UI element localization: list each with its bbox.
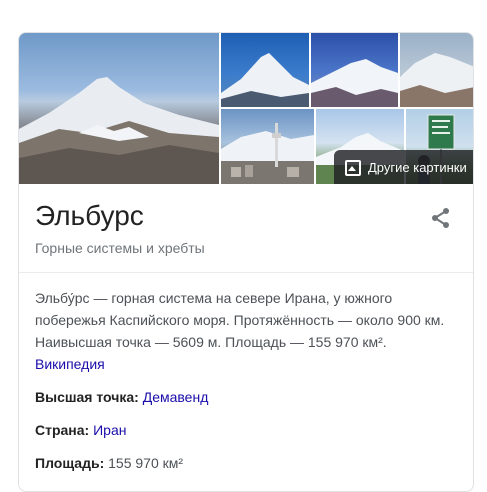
- fact-country: Страна: Иран: [35, 419, 457, 441]
- fact-label: Высшая точка:: [35, 389, 143, 405]
- gallery-image-3[interactable]: [311, 33, 398, 107]
- gallery-image-2[interactable]: [221, 33, 309, 107]
- panel-body: Эльбу́рс — горная система на севере Иран…: [19, 273, 473, 488]
- image-gallery: Другие картинки: [19, 33, 473, 184]
- fact-value-link[interactable]: Демавенд: [143, 389, 209, 405]
- entity-title: Эльбурс: [35, 200, 144, 231]
- description-text: Эльбу́рс — горная система на севере Иран…: [35, 290, 445, 350]
- fact-highest-point: Высшая точка: Демавенд: [35, 386, 457, 408]
- share-icon[interactable]: [429, 206, 453, 230]
- image-icon: [344, 159, 361, 176]
- entity-subtitle: Горные системы и хребты: [35, 240, 205, 256]
- fact-area: Площадь: 155 970 км²: [35, 452, 457, 474]
- entity-description: Эльбу́рс — горная система на севере Иран…: [35, 287, 457, 375]
- gallery-image-4[interactable]: [400, 33, 473, 107]
- gallery-image-5[interactable]: [221, 109, 314, 184]
- gallery-image-main[interactable]: [19, 33, 219, 184]
- more-images-button[interactable]: Другие картинки: [334, 150, 473, 184]
- fact-label: Площадь:: [35, 455, 109, 471]
- knowledge-panel: Другие картинки Эльбурс Горные системы и…: [18, 32, 474, 492]
- panel-header: Эльбурс Горные системы и хребты: [19, 184, 473, 273]
- fact-value: 155 970 км²: [108, 455, 184, 471]
- wikipedia-link[interactable]: Википедия: [35, 353, 457, 375]
- fact-value-link[interactable]: Иран: [93, 422, 126, 438]
- more-images-label: Другие картинки: [368, 159, 467, 175]
- fact-label: Страна:: [35, 422, 94, 438]
